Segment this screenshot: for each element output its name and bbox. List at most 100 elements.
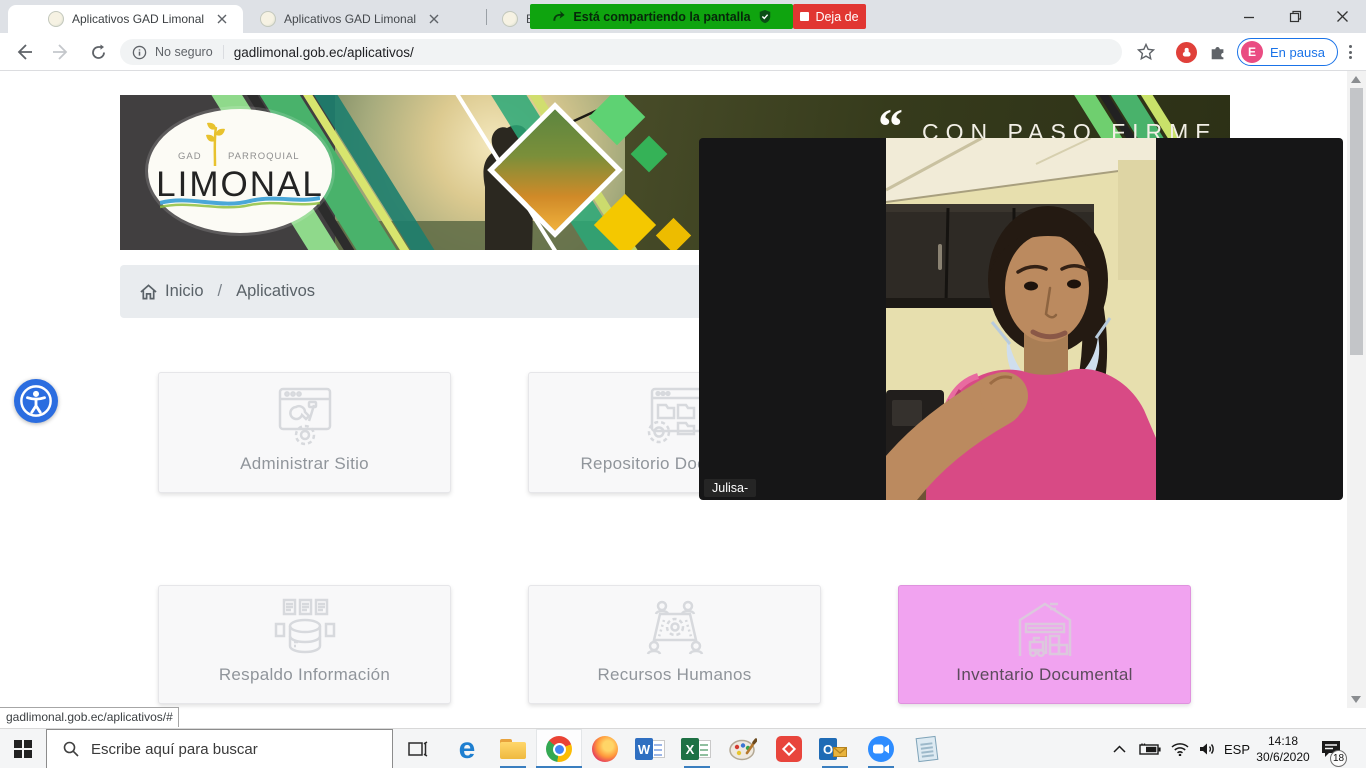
outlook-icon: O bbox=[819, 737, 851, 761]
accessibility-widget-button[interactable] bbox=[14, 379, 58, 423]
tray-wifi-button[interactable] bbox=[1166, 729, 1194, 768]
tab-divider bbox=[486, 9, 487, 25]
rice-stalk-icon bbox=[202, 121, 228, 167]
url-text: gadlimonal.gob.ec/aplicativos/ bbox=[234, 45, 414, 60]
tray-language-button[interactable]: ESP bbox=[1222, 729, 1252, 768]
logo-line1: GAD bbox=[178, 151, 202, 162]
window-close-button[interactable] bbox=[1319, 0, 1366, 33]
window-minimize-button[interactable] bbox=[1225, 0, 1272, 33]
taskbar-app-word[interactable]: W bbox=[628, 729, 674, 768]
taskbar-app-edge[interactable]: e bbox=[444, 729, 490, 768]
taskbar-app-zoom[interactable] bbox=[858, 729, 904, 768]
window-restore-button[interactable] bbox=[1272, 0, 1319, 33]
word-icon: W bbox=[635, 737, 667, 761]
share-arrow-icon bbox=[551, 9, 566, 24]
tray-time: 14:18 bbox=[1252, 733, 1314, 749]
extensions-button[interactable] bbox=[1206, 40, 1230, 64]
stop-sharing-label: Deja de bbox=[815, 10, 858, 24]
browser-menu-button[interactable] bbox=[1338, 40, 1362, 64]
database-docs-icon bbox=[270, 598, 340, 660]
close-icon bbox=[1336, 10, 1349, 23]
chevron-up-icon bbox=[1113, 745, 1126, 753]
people-table-gear-icon bbox=[642, 598, 708, 660]
battery-charging-icon bbox=[1139, 743, 1161, 756]
scrollbar-thumb[interactable] bbox=[1350, 88, 1363, 355]
start-button[interactable] bbox=[0, 729, 46, 768]
tray-clock-button[interactable]: 14:18 30/6/2020 bbox=[1252, 733, 1314, 765]
search-icon bbox=[63, 741, 79, 757]
tray-battery-button[interactable] bbox=[1136, 729, 1164, 768]
participant-name-label: Julisa- bbox=[704, 479, 756, 497]
taskbar-app-screen-recorder[interactable] bbox=[766, 729, 812, 768]
notepad-icon bbox=[916, 736, 939, 762]
tab-close-icon[interactable] bbox=[426, 11, 442, 27]
taskbar-app-chrome[interactable] bbox=[536, 729, 582, 768]
avatar: E bbox=[1241, 41, 1263, 63]
tab-aplicativos-2[interactable]: Aplicativos GAD Limonal bbox=[248, 5, 483, 33]
restore-icon bbox=[1289, 10, 1302, 23]
site-favicon bbox=[502, 11, 518, 27]
taskbar-app-paint[interactable] bbox=[720, 729, 766, 768]
breadcrumb-current: Aplicativos bbox=[236, 282, 315, 301]
info-icon bbox=[132, 45, 147, 60]
tab-title: Aplicativos GAD Limonal bbox=[72, 12, 204, 26]
tab-aplicativos-1[interactable]: Aplicativos GAD Limonal bbox=[8, 5, 243, 33]
bookmark-star-button[interactable] bbox=[1134, 40, 1158, 64]
shield-check-icon bbox=[758, 9, 772, 24]
card-respaldo-informacion[interactable]: Respaldo Información bbox=[158, 585, 451, 704]
breadcrumb-home[interactable]: Inicio bbox=[165, 282, 204, 301]
taskbar-app-notepad[interactable] bbox=[904, 729, 950, 768]
desktop: Aplicativos GAD Limonal Aplicativos GAD … bbox=[0, 0, 1366, 768]
taskbar-app-firefox[interactable] bbox=[582, 729, 628, 768]
card-label: Inventario Documental bbox=[956, 665, 1132, 685]
gad-limonal-logo: GAD PARROQUIAL LIMONAL bbox=[148, 109, 332, 233]
card-inventario-documental[interactable]: Inventario Documental bbox=[898, 585, 1191, 704]
tray-chevron-button[interactable] bbox=[1106, 729, 1132, 768]
card-label: Respaldo Información bbox=[219, 665, 390, 685]
edge-icon: e bbox=[459, 736, 476, 762]
taskbar-app-file-explorer[interactable] bbox=[490, 729, 536, 768]
paint-palette-icon bbox=[729, 737, 757, 761]
task-view-button[interactable] bbox=[396, 729, 440, 768]
search-input[interactable] bbox=[91, 741, 351, 758]
forward-arrow-icon bbox=[52, 43, 70, 61]
stop-sharing-button[interactable]: Deja de bbox=[793, 4, 866, 29]
chrome-icon bbox=[546, 736, 572, 762]
scroll-down-arrow[interactable] bbox=[1351, 696, 1361, 703]
puzzle-icon bbox=[1209, 43, 1227, 61]
card-administrar-sitio[interactable]: Administrar Sitio bbox=[158, 372, 451, 493]
site-favicon bbox=[260, 11, 276, 27]
address-bar[interactable]: No seguro gadlimonal.gob.ec/aplicativos/ bbox=[120, 39, 1122, 65]
page-scrollbar bbox=[1347, 71, 1366, 708]
tab-close-icon[interactable] bbox=[214, 11, 230, 27]
card-recursos-humanos[interactable]: Recursos Humanos bbox=[528, 585, 821, 704]
window-folders-gear-icon bbox=[642, 385, 708, 449]
share-banner-text: Está compartiendo la pantalla bbox=[573, 10, 750, 24]
reload-icon bbox=[90, 44, 107, 61]
breadcrumb-separator: / bbox=[218, 282, 223, 301]
back-button[interactable] bbox=[12, 40, 36, 64]
security-label: No seguro bbox=[155, 45, 213, 59]
tray-volume-button[interactable] bbox=[1194, 729, 1222, 768]
reload-button[interactable] bbox=[86, 40, 110, 64]
file-explorer-icon bbox=[500, 739, 526, 759]
zoom-camera-icon bbox=[868, 736, 894, 762]
window-tools-icon bbox=[272, 385, 338, 449]
excel-icon: X bbox=[681, 737, 713, 761]
profile-button[interactable]: E En pausa bbox=[1237, 38, 1338, 66]
forward-button[interactable] bbox=[49, 40, 73, 64]
taskbar-app-outlook[interactable]: O bbox=[812, 729, 858, 768]
adblock-hand-icon bbox=[1176, 42, 1197, 63]
zoom-video-window[interactable]: Julisa- bbox=[699, 138, 1343, 500]
participant-video bbox=[886, 138, 1156, 500]
scroll-up-arrow[interactable] bbox=[1351, 76, 1361, 83]
taskbar-search[interactable] bbox=[46, 729, 393, 768]
tray-date: 30/6/2020 bbox=[1252, 749, 1314, 765]
browser-toolbar: No seguro gadlimonal.gob.ec/aplicativos/… bbox=[0, 33, 1366, 71]
taskbar-app-excel[interactable]: X bbox=[674, 729, 720, 768]
warehouse-forklift-icon bbox=[1010, 598, 1080, 660]
card-label: Administrar Sitio bbox=[240, 454, 369, 474]
back-arrow-icon bbox=[15, 43, 33, 61]
omnibox-divider bbox=[223, 45, 224, 59]
adblock-extension-button[interactable] bbox=[1174, 40, 1198, 64]
